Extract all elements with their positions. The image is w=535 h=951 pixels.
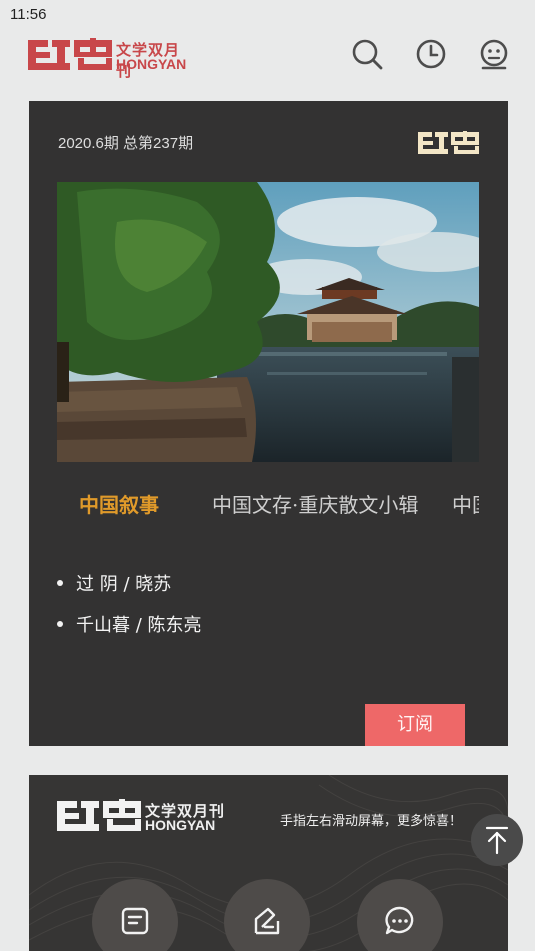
bottom-logo-subtitle-en: HONGYAN [145, 817, 216, 833]
issue-label: 2020.6期 总第237期 [58, 135, 194, 152]
bullet-dot-icon [57, 621, 63, 627]
tab-chongqing-prose[interactable]: 中国文存·重庆散文小辑 [212, 489, 418, 518]
search-icon[interactable] [351, 38, 383, 70]
tab-partial-next[interactable]: 中国 [452, 489, 479, 518]
swipe-hint: 手指左右滑动屏幕，更多惊喜！ [280, 814, 463, 829]
cover-photo[interactable] [57, 182, 479, 462]
card-logo-icon [418, 131, 480, 155]
bottom-logo-mark [57, 799, 141, 831]
bottom-card: 文学双月刊 HONGYAN 手指左右滑动屏幕，更多惊喜！ [29, 775, 508, 951]
article-title: 过 阴 / 晓苏 [76, 574, 172, 595]
status-bar: 11:56 [0, 0, 535, 28]
article-item[interactable]: 千山暮 / 陈东亮 [57, 611, 202, 637]
write-icon [254, 907, 280, 935]
profile-face-icon[interactable] [478, 38, 510, 70]
subscribe-button[interactable]: 订阅 [365, 704, 465, 746]
hongyan-logo[interactable]: 文学双月刊 HONGYAN [28, 38, 188, 80]
app-header: 文学双月刊 HONGYAN [0, 28, 535, 84]
chat-icon [385, 906, 414, 935]
hongyan-logo-mark [28, 38, 112, 70]
history-clock-icon[interactable] [415, 38, 447, 70]
issue-card: 2020.6期 总第237期 中国叙事 中国文存·重庆散文小辑 中 过 阴 / … [29, 101, 508, 746]
bullet-dot-icon [57, 580, 63, 586]
article-title: 千山暮 / 陈东亮 [76, 615, 202, 636]
article-item[interactable]: 过 阴 / 晓苏 [57, 570, 171, 596]
document-icon [121, 907, 149, 935]
back-to-top-button[interactable] [471, 814, 523, 866]
cover-photo-image [57, 182, 479, 462]
tab-chinese-narrative[interactable]: 中国叙事 [79, 489, 159, 518]
status-time: 11:56 [10, 6, 47, 23]
arrow-up-icon [485, 826, 509, 855]
logo-subtitle-en: HONGYAN [116, 56, 187, 72]
category-tabs: 中国叙事 中国文存·重庆散文小辑 中国 [57, 489, 479, 521]
bottom-logo: 文学双月刊 HONGYAN [57, 799, 227, 835]
